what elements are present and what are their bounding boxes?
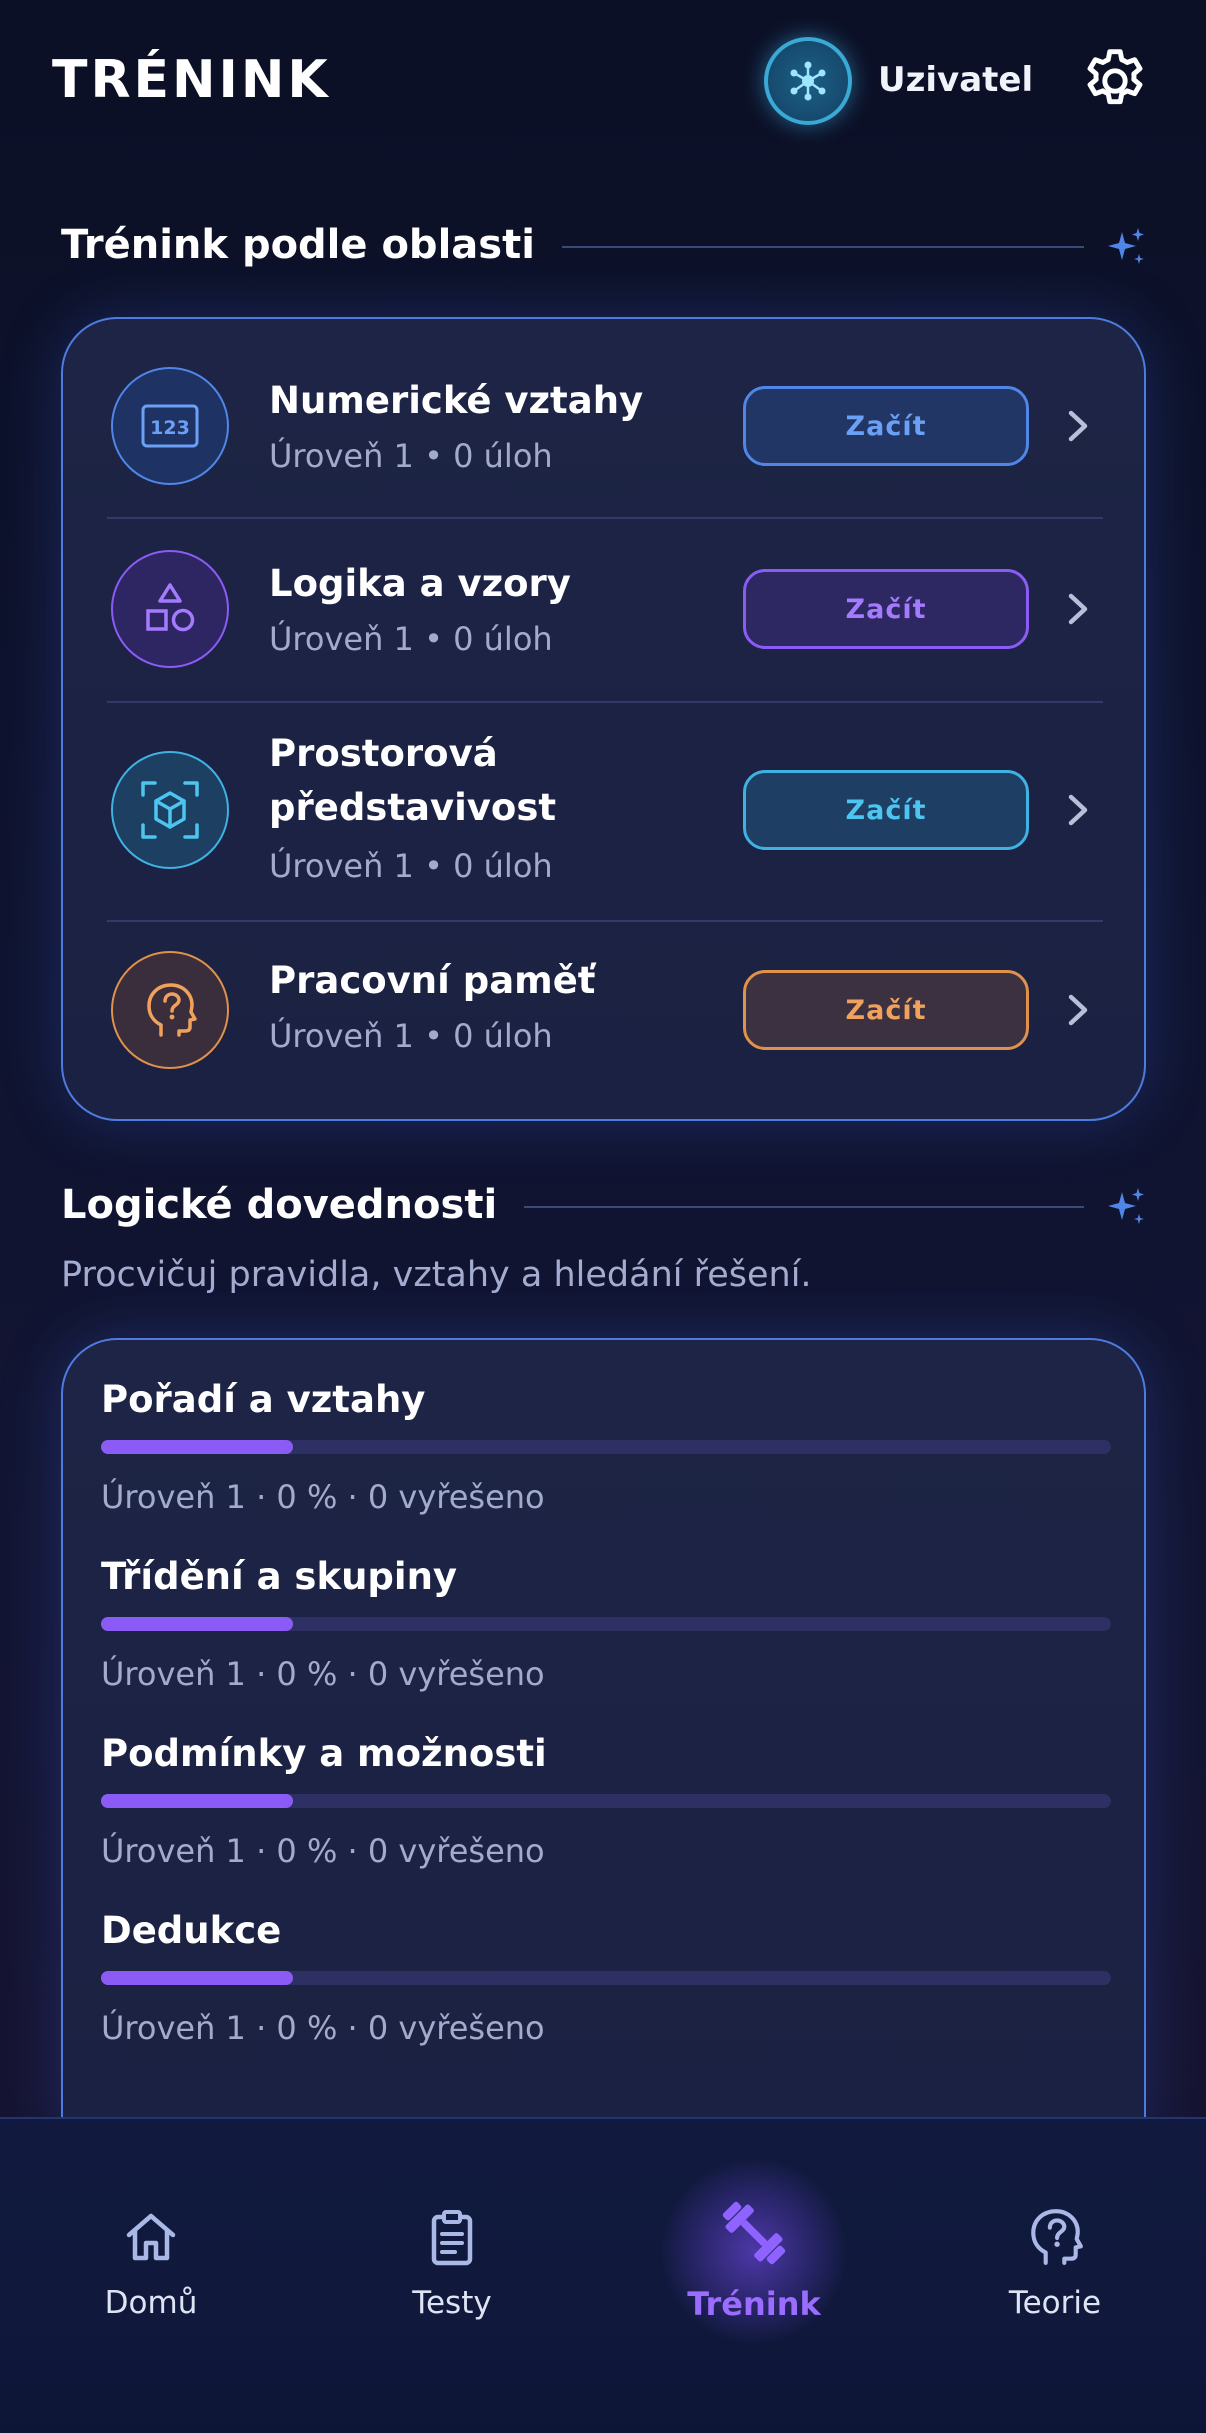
area-icon-circle xyxy=(111,550,229,668)
progress-bar xyxy=(101,1971,1111,1985)
shapes-icon xyxy=(146,583,195,632)
sparkle-icon xyxy=(1108,1188,1144,1224)
progress-fill xyxy=(101,1794,293,1808)
chevron-right-icon[interactable] xyxy=(1053,985,1103,1035)
clipboard-icon xyxy=(431,2210,473,2266)
area-title: Logika a vzory xyxy=(269,562,571,605)
area-row-logic[interactable]: Logika a vzory Úroveň 1 • 0 úloh Začít xyxy=(63,519,1144,702)
skill-item[interactable]: Dedukce Úroveň 1 · 0 % · 0 vyřešeno xyxy=(101,1909,1111,2069)
svg-text:123: 123 xyxy=(150,417,190,439)
section-divider xyxy=(562,246,1084,248)
chevron-right-icon[interactable] xyxy=(1053,584,1103,634)
progress-fill xyxy=(101,1971,293,1985)
nav-label: Teorie xyxy=(1008,2285,1102,2321)
area-subtitle: Úroveň 1 • 0 úloh xyxy=(269,1017,553,1055)
user-name[interactable]: Uzivatel xyxy=(878,60,1033,100)
gear-icon[interactable] xyxy=(1078,44,1152,118)
home-icon xyxy=(126,2213,176,2261)
area-title: Numerické vztahy xyxy=(269,379,644,422)
nav-label: Domů xyxy=(104,2285,198,2321)
head-question-icon xyxy=(1031,2209,1083,2265)
skill-title: Podmínky a možnosti xyxy=(101,1732,547,1775)
area-icon-circle xyxy=(111,751,229,869)
section-title-areas: Trénink podle oblasti xyxy=(61,222,535,268)
cube-scan-icon xyxy=(141,781,199,839)
start-button[interactable]: Začít xyxy=(743,770,1029,850)
start-button[interactable]: Začít xyxy=(743,569,1029,649)
logic-skills-card: Pořadí a vztahy Úroveň 1 · 0 % · 0 vyřeš… xyxy=(61,1338,1146,2138)
start-button[interactable]: Začít xyxy=(743,970,1029,1050)
skill-subtitle: Úroveň 1 · 0 % · 0 vyřešeno xyxy=(101,1478,545,1516)
skill-subtitle: Úroveň 1 · 0 % · 0 vyřešeno xyxy=(101,1655,545,1693)
section-divider xyxy=(524,1206,1084,1208)
progress-fill xyxy=(101,1440,293,1454)
nav-item-tests[interactable]: Testy xyxy=(332,2179,572,2359)
skill-title: Třídění a skupiny xyxy=(101,1555,458,1598)
network-icon xyxy=(790,61,826,101)
nav-label: Testy xyxy=(412,2285,492,2321)
progress-bar xyxy=(101,1440,1111,1454)
area-icon-circle xyxy=(111,951,229,1069)
chevron-right-icon[interactable] xyxy=(1053,785,1103,835)
nav-label: Trénink xyxy=(687,2285,821,2323)
app-header: TRÉNINK Uzivatel xyxy=(0,0,1206,160)
skill-item[interactable]: Pořadí a vztahy Úroveň 1 · 0 % · 0 vyřeš… xyxy=(101,1378,1111,1538)
nav-item-home[interactable]: Domů xyxy=(31,2179,271,2359)
skill-item[interactable]: Třídění a skupiny Úroveň 1 · 0 % · 0 vyř… xyxy=(101,1555,1111,1715)
chevron-right-icon[interactable] xyxy=(1053,401,1103,451)
area-subtitle: Úroveň 1 • 0 úloh xyxy=(269,620,553,658)
area-icon-circle: 123 xyxy=(111,367,229,485)
skill-subtitle: Úroveň 1 · 0 % · 0 vyřešeno xyxy=(101,2009,545,2047)
area-subtitle: Úroveň 1 • 0 úloh xyxy=(269,847,553,885)
area-row-memory[interactable]: Pracovní paměť Úroveň 1 • 0 úloh Začít xyxy=(63,922,1144,1120)
area-title-line2: představivost xyxy=(269,786,557,829)
start-button[interactable]: Začít xyxy=(743,386,1029,466)
section-title-skills: Logické dovednosti xyxy=(61,1182,498,1228)
area-title: Prostorová xyxy=(269,732,498,775)
head-question-icon xyxy=(147,983,197,1037)
progress-bar xyxy=(101,1794,1111,1808)
skill-title: Pořadí a vztahy xyxy=(101,1378,426,1421)
area-row-numeric[interactable]: 123 Numerické vztahy Úroveň 1 • 0 úloh Z… xyxy=(63,319,1144,519)
sparkle-icon xyxy=(1108,228,1144,264)
progress-bar xyxy=(101,1617,1111,1631)
bottom-navigation: Domů Testy Trénink Teorie xyxy=(0,2117,1206,2433)
area-title: Pracovní paměť xyxy=(269,959,596,1002)
nav-item-training[interactable]: Trénink xyxy=(634,2159,874,2359)
area-subtitle: Úroveň 1 • 0 úloh xyxy=(269,437,553,475)
skill-subtitle: Úroveň 1 · 0 % · 0 vyřešeno xyxy=(101,1832,545,1870)
skill-title: Dedukce xyxy=(101,1909,282,1952)
training-areas-card: 123 Numerické vztahy Úroveň 1 • 0 úloh Z… xyxy=(61,317,1146,1121)
user-avatar[interactable] xyxy=(764,37,852,125)
area-row-spatial[interactable]: Prostorová představivost Úroveň 1 • 0 úl… xyxy=(63,703,1144,921)
dumbbell-icon xyxy=(722,2201,786,2265)
section-subtitle: Procvičuj pravidla, vztahy a hledání řeš… xyxy=(61,1255,812,1295)
numbers-123-icon: 123 xyxy=(141,404,199,448)
skill-item[interactable]: Podmínky a možnosti Úroveň 1 · 0 % · 0 v… xyxy=(101,1732,1111,1892)
progress-fill xyxy=(101,1617,293,1631)
page-title: TRÉNINK xyxy=(52,50,331,110)
nav-item-theory[interactable]: Teorie xyxy=(935,2179,1175,2359)
